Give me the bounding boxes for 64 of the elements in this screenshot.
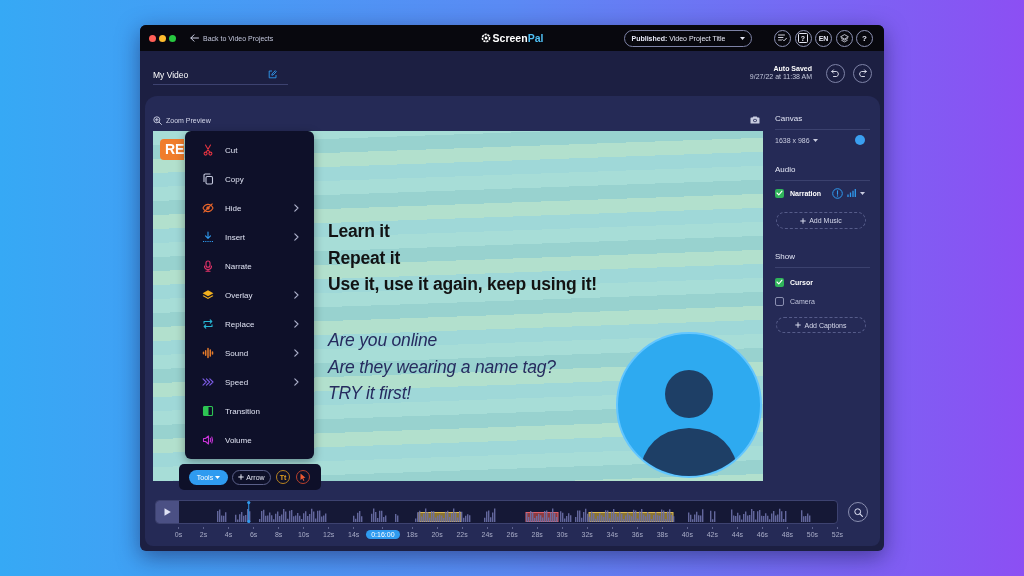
triple-chevron-icon: [202, 376, 214, 388]
section-title: Show: [775, 247, 870, 268]
menu-item[interactable]: Hide: [185, 193, 314, 223]
close-window-icon[interactable]: [149, 34, 156, 42]
camera-icon[interactable]: [750, 116, 760, 124]
zoom-in-icon: [153, 115, 162, 125]
play-button[interactable]: [156, 501, 179, 523]
video-text-line: TRY it first!: [328, 382, 411, 405]
menu-item[interactable]: Speed: [185, 367, 314, 397]
caret-icon: [739, 36, 745, 40]
tag-label: RE: [160, 139, 185, 160]
logo-text: ScreenPal: [492, 32, 544, 44]
logo-icon: [480, 33, 491, 43]
speaker-icon: [202, 434, 214, 446]
eye-slash-icon: [202, 202, 214, 214]
video-text-line: Repeat it: [328, 246, 401, 270]
layers-icon: [839, 33, 849, 43]
plus-icon: [795, 322, 802, 328]
arrow-left-icon: [190, 34, 199, 42]
half-square-icon: [202, 405, 214, 417]
insert-arrow-icon: [202, 231, 214, 243]
menu-item[interactable]: Narrate: [185, 251, 314, 281]
info-icon[interactable]: [832, 187, 843, 199]
swap-arrows-icon: [202, 318, 214, 330]
play-icon: [164, 508, 171, 516]
checklist-icon: [778, 34, 787, 42]
checkbox[interactable]: [775, 188, 784, 198]
video-text-line: Learn it: [328, 220, 390, 243]
section-title: Audio: [775, 160, 870, 181]
plus-icon: [238, 474, 245, 480]
copy-icon: [202, 173, 214, 185]
checkbox[interactable]: [775, 296, 784, 306]
caret-icon: [860, 191, 865, 195]
video-text-line: Are you online: [328, 329, 438, 352]
menu-item[interactable]: Volume: [185, 425, 314, 455]
microphone-icon: [202, 260, 214, 272]
undo-icon: [831, 69, 840, 77]
scissors-icon: [202, 144, 214, 156]
video-text-line: Are they wearing a name tag?: [328, 355, 556, 379]
search-icon: [853, 507, 863, 517]
menu-item[interactable]: Insert: [185, 222, 314, 252]
menu-item[interactable]: Cut: [185, 135, 314, 165]
video-text-line: Use it, use it again, keep using it!: [328, 273, 597, 296]
project-title-field[interactable]: My Video: [153, 65, 288, 85]
playhead-handle[interactable]: [247, 501, 251, 523]
menu-item[interactable]: Sound: [185, 338, 314, 368]
redo-icon: [858, 69, 867, 77]
menu-item[interactable]: Copy: [185, 164, 314, 194]
cursor-icon: [300, 473, 306, 481]
edit-icon[interactable]: [268, 70, 277, 79]
menu-item[interactable]: Transition: [185, 396, 314, 426]
checkbox[interactable]: [775, 277, 784, 287]
color-swatch-icon[interactable]: [855, 135, 865, 145]
section-title: Canvas: [775, 109, 870, 130]
menu-item[interactable]: Replace: [185, 309, 314, 339]
signal-bars-icon: [847, 189, 856, 197]
layers-icon: [202, 289, 214, 301]
minimize-window-icon[interactable]: [159, 34, 166, 42]
plus-icon: [800, 217, 807, 224]
menu-item[interactable]: Overlay: [185, 280, 314, 310]
caret-icon: [812, 138, 818, 142]
maximize-window-icon[interactable]: [169, 34, 176, 42]
sound-wave-icon: [202, 347, 214, 359]
caret-icon: [215, 475, 221, 479]
